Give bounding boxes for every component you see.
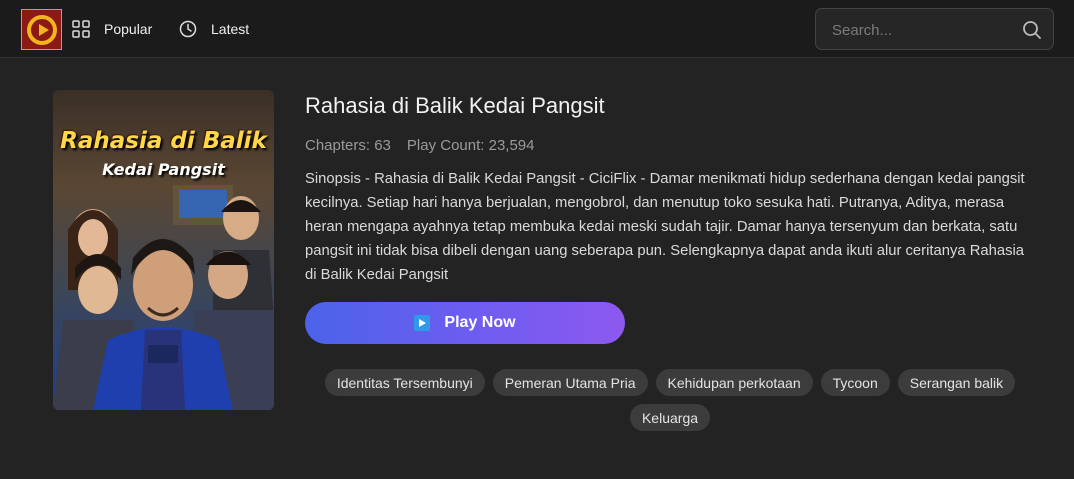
tag-tycoon[interactable]: Tycoon — [820, 369, 890, 396]
search-box — [815, 8, 1054, 50]
tag-identitas-tersembunyi[interactable]: Identitas Tersembunyi — [324, 369, 485, 396]
chapters-count: Chapters: 63 — [305, 137, 391, 154]
tag-pemeran-utama-pria[interactable]: Pemeran Utama Pria — [492, 369, 648, 396]
play-logo-icon — [26, 14, 57, 45]
poster-title: Rahasia di Balik — [60, 128, 267, 154]
play-count: Play Count: 23,594 — [406, 137, 535, 154]
search-input[interactable] — [832, 19, 1012, 41]
nav-latest[interactable]: Latest — [179, 18, 249, 40]
search-icon[interactable] — [1021, 19, 1043, 41]
drama-poster[interactable]: Rahasia di Balik Kedai Pangsit — [53, 90, 274, 410]
site-logo[interactable] — [21, 9, 62, 50]
grid-icon — [72, 20, 90, 38]
synopsis-text: Sinopsis - Rahasia di Balik Kedai Pangsi… — [305, 171, 1025, 283]
poster-subtitle: Kedai Pangsit — [102, 160, 225, 179]
play-now-button[interactable]: Play Now — [305, 302, 625, 344]
nav-latest-label: Latest — [211, 21, 250, 37]
top-navbar: Popular Latest — [0, 0, 1074, 58]
play-icon — [414, 315, 431, 331]
drama-title: Rahasia di Balik Kedai Pangsit — [305, 93, 605, 118]
tag-kehidupan-perkotaan[interactable]: Kehidupan perkotaan — [655, 369, 813, 396]
clock-icon — [179, 20, 197, 38]
tag-keluarga[interactable]: Keluarga — [629, 404, 711, 431]
nav-popular[interactable]: Popular — [72, 18, 152, 40]
drama-meta: Chapters: 63 Play Count: 23,594 — [305, 137, 534, 154]
tag-list: Identitas Tersembunyi Pemeran Utama Pria… — [305, 369, 1035, 431]
tag-serangan-balik[interactable]: Serangan balik — [897, 369, 1016, 396]
nav-popular-label: Popular — [104, 21, 153, 37]
play-now-label: Play Now — [444, 314, 516, 331]
